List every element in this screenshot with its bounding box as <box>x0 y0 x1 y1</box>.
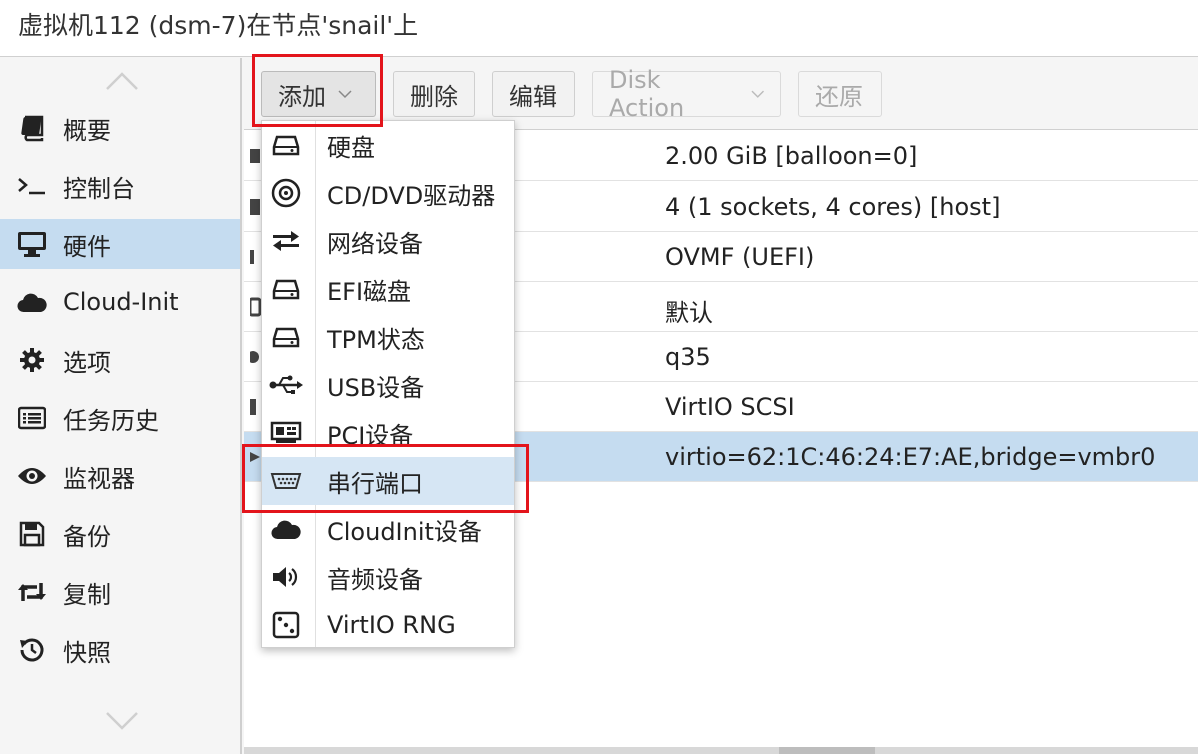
gear-icon <box>16 344 48 376</box>
hdd-icon <box>269 320 303 354</box>
desktop-icon <box>16 228 48 260</box>
sidebar-item-label: 监视器 <box>63 464 135 493</box>
volume-icon <box>269 560 303 594</box>
horizontal-scrollbar[interactable] <box>244 747 1198 754</box>
sidebar-item-label: 复制 <box>63 580 111 609</box>
sidebar-item-options[interactable]: 选项 <box>0 335 240 385</box>
menu-item-usb[interactable]: USB设备 <box>262 361 514 409</box>
pci-card-icon <box>269 416 303 450</box>
sidebar-item-label: 备份 <box>63 522 111 551</box>
menu-item-label: 硬盘 <box>327 133 375 162</box>
revert-button[interactable]: 还原 <box>798 71 882 117</box>
menu-item-hard-disk[interactable]: 硬盘 <box>262 121 514 169</box>
chevron-down-icon <box>338 90 352 99</box>
menu-item-label: CD/DVD驱动器 <box>327 181 496 210</box>
menu-item-audio[interactable]: 音频设备 <box>262 553 514 601</box>
chevron-down-icon <box>750 90 764 98</box>
delete-button-label: 删除 <box>410 82 458 111</box>
menu-item-cloudinit-drive[interactable]: CloudInit设备 <box>262 505 514 553</box>
add-button[interactable]: 添加 <box>261 71 376 117</box>
dice-icon <box>269 608 303 642</box>
row-value: virtio=62:1C:46:24:E7:AE,bridge=vmbr0 <box>665 443 1156 471</box>
sidebar-item-console[interactable]: 控制台 <box>0 161 240 211</box>
revert-button-label: 还原 <box>815 82 863 111</box>
sidebar-item-backup[interactable]: 备份 <box>0 509 240 559</box>
menu-item-virtio-rng[interactable]: VirtIO RNG <box>262 601 514 649</box>
cloud-icon <box>269 512 303 546</box>
row-value: 4 (1 sockets, 4 cores) [host] <box>665 193 1001 221</box>
sidebar-item-replication[interactable]: 复制 <box>0 567 240 617</box>
scrollbar-thumb[interactable] <box>779 747 875 754</box>
hdd-icon <box>269 128 303 162</box>
cloud-icon <box>16 286 48 318</box>
edit-button-label: 编辑 <box>509 82 557 111</box>
row-value: 2.00 GiB [balloon=0] <box>665 142 918 170</box>
delete-button[interactable]: 删除 <box>393 71 475 117</box>
sidebar-item-label: 概要 <box>63 116 111 145</box>
menu-item-serial-port[interactable]: 串行端口 <box>262 457 514 505</box>
sidebar-item-cloud-init[interactable]: Cloud-Init <box>0 277 240 327</box>
row-value: 默认 <box>665 299 713 327</box>
book-icon <box>16 112 48 144</box>
sidebar-item-summary[interactable]: 概要 <box>0 103 240 153</box>
menu-item-efi-disk[interactable]: EFI磁盘 <box>262 265 514 313</box>
row-value: q35 <box>665 343 711 371</box>
sidebar-item-label: 快照 <box>63 638 111 667</box>
sidebar-item-label: 硬件 <box>63 232 111 261</box>
sidebar-item-hardware[interactable]: 硬件 <box>0 219 240 269</box>
menu-item-pci[interactable]: PCI设备 <box>262 409 514 457</box>
serial-port-icon <box>269 464 303 498</box>
retweet-icon <box>16 576 48 608</box>
sidebar-item-label: 选项 <box>63 348 111 377</box>
menu-item-cd-dvd[interactable]: CD/DVD驱动器 <box>262 169 514 217</box>
eye-icon <box>16 460 48 492</box>
menu-item-label: TPM状态 <box>327 325 425 354</box>
scroll-down-icon[interactable] <box>104 710 140 732</box>
list-icon <box>16 402 48 434</box>
row-value: VirtIO SCSI <box>665 393 795 421</box>
menu-item-label: VirtIO RNG <box>327 611 456 639</box>
edit-button[interactable]: 编辑 <box>492 71 575 117</box>
hdd-icon <box>269 272 303 306</box>
sidebar-item-label: Cloud-Init <box>63 288 179 316</box>
menu-item-label: USB设备 <box>327 373 425 402</box>
menu-item-label: 音频设备 <box>327 565 423 594</box>
menu-item-label: 网络设备 <box>327 229 423 258</box>
sidebar-item-monitor[interactable]: 监视器 <box>0 451 240 501</box>
history-icon <box>16 634 48 666</box>
scroll-up-icon[interactable] <box>104 70 140 92</box>
sidebar-item-snapshot[interactable]: 快照 <box>0 625 240 675</box>
window-title: 虚拟机112 (dsm-7)在节点'snail'上 <box>18 11 419 40</box>
menu-item-label: EFI磁盘 <box>327 277 412 306</box>
floppy-icon <box>16 518 48 550</box>
usb-icon <box>269 368 303 402</box>
sidebar-item-label: 控制台 <box>63 174 135 203</box>
title-bar: 虚拟机112 (dsm-7)在节点'snail'上 <box>0 0 1198 57</box>
menu-item-label: CloudInit设备 <box>327 517 482 546</box>
add-dropdown-menu: 硬盘 CD/DVD驱动器 网络设备 EFI磁盘 TPM状态 USB设备 PCI设… <box>261 120 515 648</box>
exchange-icon <box>269 224 303 258</box>
menu-item-label: PCI设备 <box>327 421 414 450</box>
sidebar-nav: 概要 控制台 硬件 Cloud-Init 选项 任务历史 监视器 备份 复制 快… <box>0 58 242 754</box>
row-value: OVMF (UEFI) <box>665 243 815 271</box>
menu-item-network[interactable]: 网络设备 <box>262 217 514 265</box>
menu-item-tpm-state[interactable]: TPM状态 <box>262 313 514 361</box>
add-button-label: 添加 <box>278 82 326 111</box>
sidebar-item-label: 任务历史 <box>63 406 159 435</box>
disk-action-button[interactable]: Disk Action <box>592 66 781 122</box>
terminal-icon <box>16 170 48 202</box>
sidebar-item-task-history[interactable]: 任务历史 <box>0 393 240 443</box>
disk-action-label: Disk Action <box>609 66 685 122</box>
menu-item-label: 串行端口 <box>327 469 423 498</box>
cdrom-icon <box>269 176 303 210</box>
